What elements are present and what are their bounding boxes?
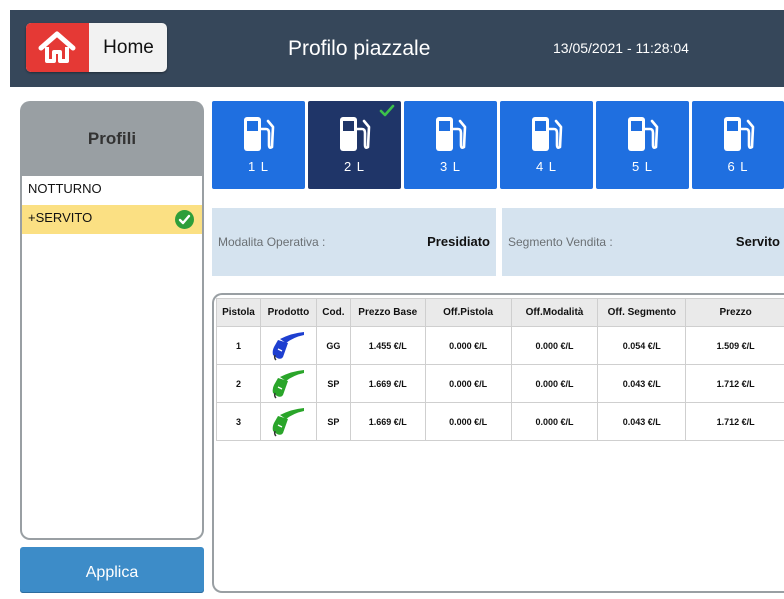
pump-button-6[interactable]: 6 L — [692, 101, 784, 189]
modalita-label: Modalita Operativa : — [218, 208, 325, 276]
profile-item-notturno[interactable]: NOTTURNO — [22, 176, 202, 205]
column-header: Prezzo Base — [350, 299, 425, 327]
profile-item-servito[interactable]: +SERVITO — [22, 205, 202, 234]
column-header: Off.Modalità — [511, 299, 598, 327]
segmento-box: Segmento Vendita : Servito — [502, 208, 784, 276]
cell-cod: SP — [316, 365, 350, 403]
cell-off-pistola: 0.000 €/L — [425, 327, 511, 365]
pump-label: 3 L — [404, 159, 497, 174]
cell-off-segmento: 0.054 €/L — [598, 327, 686, 365]
pump-label: 6 L — [692, 159, 784, 174]
cell-off-pistola: 0.000 €/L — [425, 365, 511, 403]
table-header-row: Pistola Prodotto Cod. Prezzo Base Off.Pi… — [217, 299, 784, 327]
cell-off-segmento: 0.043 €/L — [598, 365, 686, 403]
table-row[interactable]: 2 SP 1.669 €/L 0.000 €/L 0.000 €/L 0.043… — [217, 365, 784, 403]
fuel-pump-icon — [242, 115, 276, 153]
fuel-pump-icon — [434, 115, 468, 153]
cell-prodotto — [260, 403, 316, 441]
profiles-title: Profili — [20, 101, 204, 176]
segmento-label: Segmento Vendita : — [508, 208, 613, 276]
cell-prezzo: 1.712 €/L — [686, 403, 784, 441]
pump-button-1[interactable]: 1 L — [212, 101, 305, 189]
pump-label: 4 L — [500, 159, 593, 174]
fuel-pump-icon — [530, 115, 564, 153]
segmento-value: Servito — [736, 208, 780, 276]
home-icon-box — [26, 23, 89, 72]
fuel-nozzle-icon — [270, 329, 306, 361]
prices-table-panel: Pistola Prodotto Cod. Prezzo Base Off.Pi… — [212, 293, 784, 593]
home-button[interactable]: Home — [26, 23, 167, 72]
cell-prodotto — [260, 327, 316, 365]
prices-table: Pistola Prodotto Cod. Prezzo Base Off.Pi… — [216, 298, 784, 441]
pump-label: 5 L — [596, 159, 689, 174]
pump-button-4[interactable]: 4 L — [500, 101, 593, 189]
cell-off-modalita: 0.000 €/L — [511, 403, 598, 441]
apply-button[interactable]: Applica — [20, 547, 204, 593]
profiles-panel: Profili NOTTURNO +SERVITO — [20, 101, 204, 542]
modalita-value: Presidiato — [427, 208, 490, 276]
datetime-display: 13/05/2021 - 11:28:04 — [553, 10, 689, 87]
app-window: Home Profilo piazzale 13/05/2021 - 11:28… — [0, 0, 784, 597]
pump-label: 1 L — [212, 159, 305, 174]
table-row[interactable]: 3 SP 1.669 €/L 0.000 €/L 0.000 €/L 0.043… — [217, 403, 784, 441]
cell-prodotto — [260, 365, 316, 403]
profile-label: NOTTURNO — [28, 181, 102, 196]
cell-pistola: 3 — [217, 403, 261, 441]
cell-prezzo: 1.509 €/L — [686, 327, 784, 365]
fuel-nozzle-icon — [270, 405, 306, 437]
column-header: Cod. — [316, 299, 350, 327]
page-title: Profilo piazzale — [288, 10, 430, 87]
cell-prezzo: 1.712 €/L — [686, 365, 784, 403]
home-label: Home — [90, 23, 167, 72]
cell-off-segmento: 0.043 €/L — [598, 403, 686, 441]
cell-prezzo-base: 1.669 €/L — [350, 403, 425, 441]
check-icon — [379, 104, 395, 118]
modalita-box: Modalita Operativa : Presidiato — [212, 208, 496, 276]
pump-button-2[interactable]: 2 L — [308, 101, 401, 189]
fuel-pump-icon — [626, 115, 660, 153]
fuel-pump-icon — [722, 115, 756, 153]
cell-prezzo-base: 1.455 €/L — [350, 327, 425, 365]
fuel-nozzle-icon — [270, 367, 306, 399]
cell-off-modalita: 0.000 €/L — [511, 327, 598, 365]
cell-off-modalita: 0.000 €/L — [511, 365, 598, 403]
cell-cod: GG — [316, 327, 350, 365]
cell-cod: SP — [316, 403, 350, 441]
column-header: Off. Segmento — [598, 299, 686, 327]
column-header: Pistola — [217, 299, 261, 327]
pump-button-5[interactable]: 5 L — [596, 101, 689, 189]
profiles-list: NOTTURNO +SERVITO — [20, 176, 204, 540]
fuel-pump-icon — [338, 115, 372, 153]
check-icon — [175, 210, 194, 229]
pump-label: 2 L — [308, 159, 401, 174]
cell-prezzo-base: 1.669 €/L — [350, 365, 425, 403]
profiles-header: Profili — [20, 101, 204, 176]
profile-label: +SERVITO — [28, 210, 92, 225]
column-header: Prodotto — [260, 299, 316, 327]
table-row[interactable]: 1 GG 1.455 €/L 0.000 €/L 0.000 €/L 0.054… — [217, 327, 784, 365]
header-bar: Home Profilo piazzale 13/05/2021 - 11:28… — [10, 10, 784, 87]
column-header: Prezzo — [686, 299, 784, 327]
house-icon — [38, 31, 76, 63]
cell-pistola: 1 — [217, 327, 261, 365]
cell-off-pistola: 0.000 €/L — [425, 403, 511, 441]
column-header: Off.Pistola — [425, 299, 511, 327]
cell-pistola: 2 — [217, 365, 261, 403]
pump-button-3[interactable]: 3 L — [404, 101, 497, 189]
